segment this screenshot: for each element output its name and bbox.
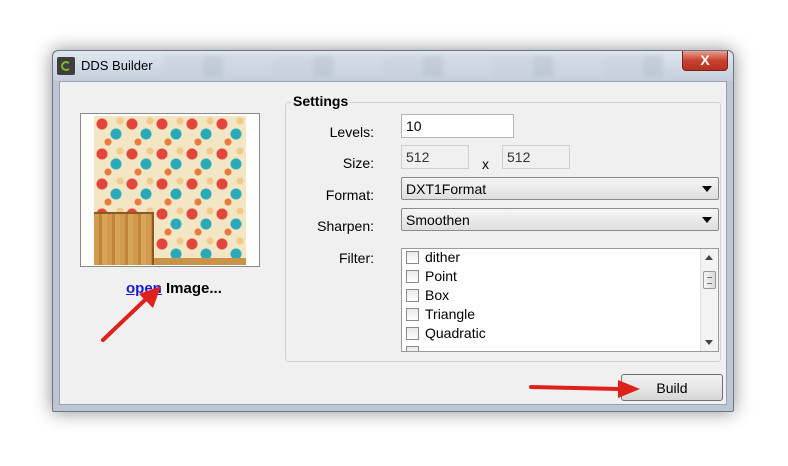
filter-checkbox[interactable] bbox=[406, 327, 419, 340]
filter-checkbox[interactable] bbox=[406, 308, 419, 321]
open-image-label: Image... bbox=[166, 280, 222, 297]
filter-checkbox[interactable] bbox=[406, 289, 419, 302]
scroll-up-icon[interactable] bbox=[705, 255, 713, 260]
size-label: Size: bbox=[342, 155, 374, 171]
settings-group-title: Settings bbox=[291, 93, 351, 109]
filter-item-label: Point bbox=[425, 268, 457, 284]
chevron-down-icon bbox=[702, 186, 712, 192]
image-preview-frame bbox=[80, 113, 260, 267]
filter-list[interactable]: dither Point Box Triangle Quadratic bbox=[401, 248, 719, 352]
preview-floor bbox=[154, 258, 246, 265]
sharpen-value: Smoothen bbox=[406, 212, 470, 228]
nvidia-app-icon bbox=[57, 57, 75, 75]
format-dropdown[interactable]: DXT1Format bbox=[401, 177, 719, 200]
filter-checkbox[interactable] bbox=[406, 270, 419, 283]
filter-label: Filter: bbox=[339, 250, 374, 266]
format-label: Format: bbox=[325, 187, 374, 203]
filter-list-scrollbar[interactable] bbox=[700, 249, 718, 351]
filter-item-label: Triangle bbox=[425, 306, 476, 322]
filter-item-label: dither bbox=[425, 249, 461, 265]
blurred-background-text bbox=[163, 55, 663, 77]
red-arrow-annotation bbox=[101, 286, 161, 342]
filter-checkbox[interactable] bbox=[406, 346, 419, 351]
sharpen-dropdown[interactable]: Smoothen bbox=[401, 208, 719, 231]
filter-item-label: Quadratic bbox=[425, 325, 486, 341]
close-button[interactable]: X bbox=[682, 51, 728, 71]
title-bar[interactable]: DDS Builder X bbox=[53, 51, 733, 81]
filter-checkbox[interactable] bbox=[406, 251, 419, 264]
size-separator: x bbox=[482, 156, 489, 172]
format-value: DXT1Format bbox=[406, 181, 487, 197]
image-preview bbox=[94, 116, 246, 265]
levels-label: Levels: bbox=[329, 124, 374, 140]
filter-item-label: Box bbox=[425, 287, 450, 303]
red-arrow-annotation bbox=[529, 380, 640, 398]
scroll-thumb[interactable] bbox=[703, 271, 716, 289]
size-height-field bbox=[502, 145, 570, 169]
chevron-down-icon bbox=[702, 217, 712, 223]
scroll-down-icon[interactable] bbox=[705, 340, 713, 345]
levels-input[interactable] bbox=[401, 114, 514, 138]
size-width-field bbox=[401, 145, 469, 169]
sharpen-label: Sharpen: bbox=[317, 218, 374, 234]
window-client-area: open Image... Settings Levels: Size: x F… bbox=[59, 81, 727, 405]
close-icon: X bbox=[700, 52, 710, 68]
window-title: DDS Builder bbox=[81, 58, 153, 73]
preview-wood-panel bbox=[94, 212, 154, 265]
dds-builder-window: DDS Builder X open Image... Settings Lev… bbox=[52, 50, 734, 412]
